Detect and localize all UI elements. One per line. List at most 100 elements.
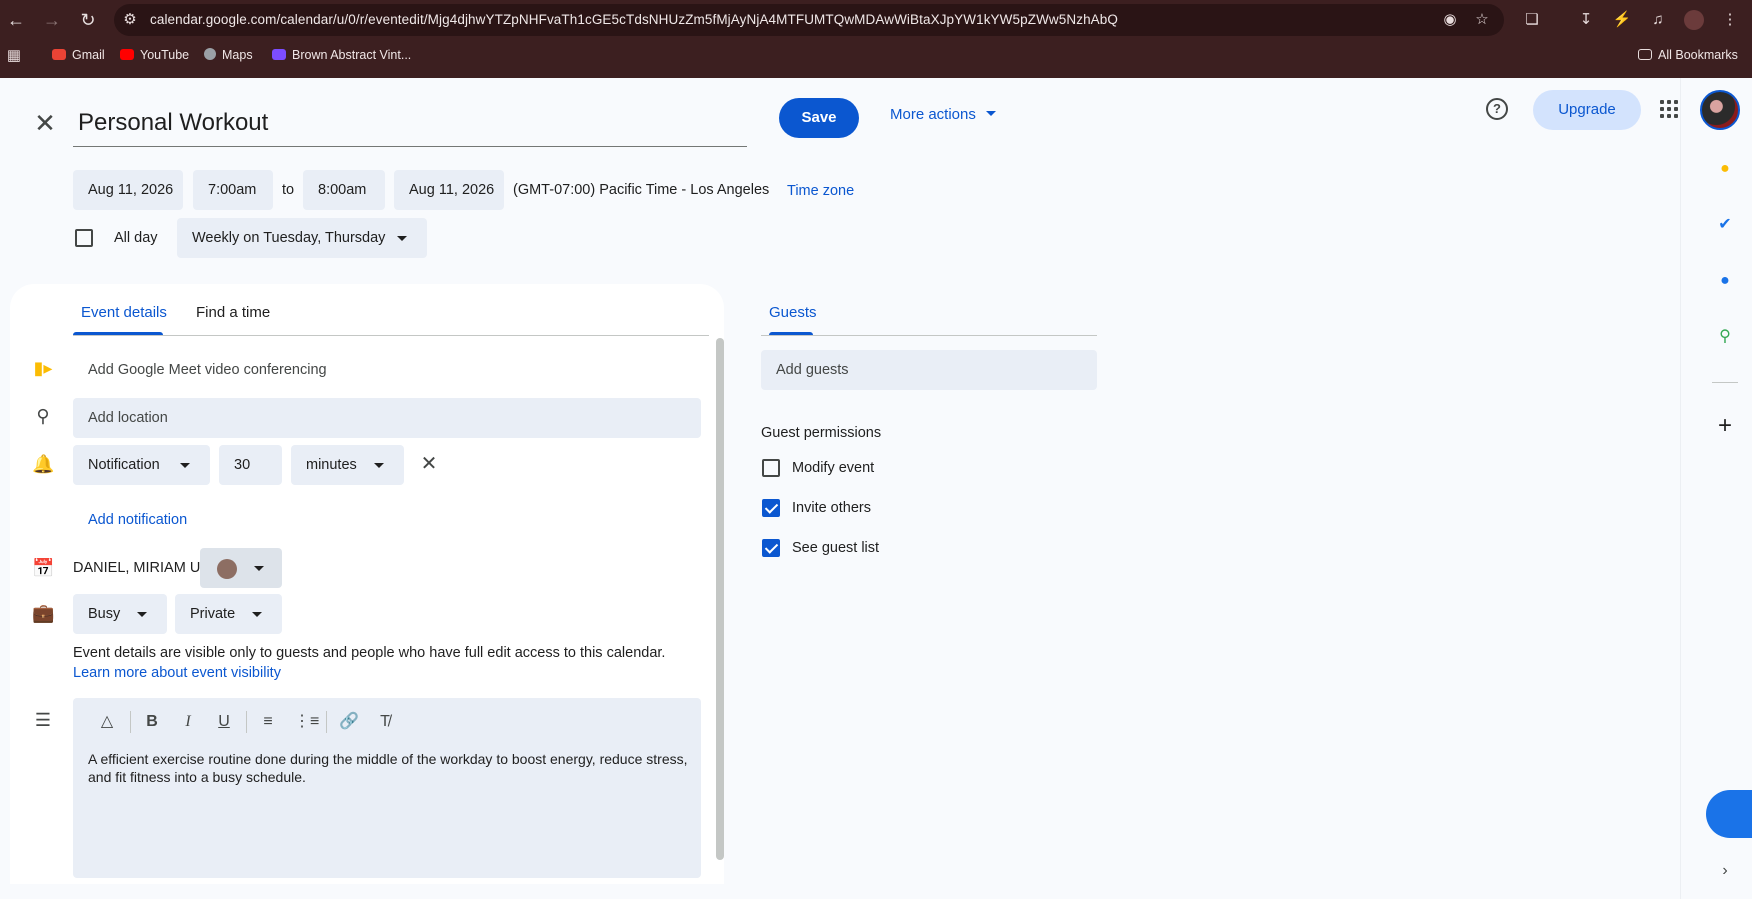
bookmark-brown-abstract[interactable]: Brown Abstract Vint... xyxy=(272,48,411,62)
modify-event-label: Modify event xyxy=(792,460,875,476)
calendar-owner: DANIEL, MIRIAM U. xyxy=(73,560,205,576)
help-icon[interactable]: ? xyxy=(1486,98,1508,120)
guest-permissions-title: Guest permissions xyxy=(761,425,882,441)
contacts-icon[interactable]: ● xyxy=(1714,270,1736,292)
toolbar-divider xyxy=(246,711,247,733)
extensions-icon[interactable]: ❏ xyxy=(1522,10,1542,30)
link-icon[interactable]: 🔗 xyxy=(339,712,359,732)
all-day-checkbox[interactable] xyxy=(75,229,93,247)
to-label: to xyxy=(282,182,295,198)
eye-icon[interactable]: ◉ xyxy=(1440,10,1460,30)
tab-guests[interactable]: Guests xyxy=(769,304,817,321)
description-text[interactable]: A efficient exercise routine done during… xyxy=(88,750,688,786)
timezone-text[interactable]: (GMT-07:00) Pacific Time - Los Angeles xyxy=(513,182,769,198)
location-pin-icon: ⚲ xyxy=(36,406,50,426)
numbered-list-icon[interactable]: ≡ xyxy=(258,712,278,732)
add-addon-icon[interactable]: + xyxy=(1714,414,1736,438)
description-icon: ☰ xyxy=(34,710,52,730)
caret-down-icon xyxy=(374,463,384,468)
avatar[interactable] xyxy=(1700,90,1740,130)
calendar-color-dropdown[interactable] xyxy=(200,548,282,588)
modify-event-checkbox[interactable] xyxy=(762,459,780,477)
caret-down-icon xyxy=(137,612,147,617)
tab-event-details[interactable]: Event details xyxy=(81,304,167,321)
visibility-note: Event details are visible only to guests… xyxy=(73,645,666,661)
clear-format-icon[interactable]: T̸ xyxy=(375,712,395,732)
end-time-field[interactable]: 8:00am xyxy=(303,170,385,210)
download-icon[interactable]: ↧ xyxy=(1576,10,1596,30)
notification-value-input[interactable]: 30 xyxy=(219,445,282,485)
close-icon[interactable]: ✕ xyxy=(30,108,60,138)
toolbar-divider xyxy=(130,711,131,733)
gmail-icon xyxy=(52,49,66,60)
upgrade-button[interactable]: Upgrade xyxy=(1533,90,1641,130)
visibility-learn-more-link[interactable]: Learn more about event visibility xyxy=(73,665,281,681)
underline-icon[interactable]: U xyxy=(214,712,234,732)
canva-icon xyxy=(272,49,286,60)
more-actions-button[interactable]: More actions xyxy=(890,106,996,123)
see-guest-list-checkbox[interactable] xyxy=(762,539,780,557)
profile-icon[interactable] xyxy=(1684,10,1704,30)
invite-others-label: Invite others xyxy=(792,500,871,516)
calendar-icon: 📅 xyxy=(32,558,55,578)
side-panel xyxy=(1680,78,1752,899)
globe-icon xyxy=(204,48,216,60)
color-swatch xyxy=(217,559,237,579)
drive-attach-icon[interactable]: △ xyxy=(97,712,117,732)
bell-icon: 🔔 xyxy=(32,454,55,474)
timezone-link[interactable]: Time zone xyxy=(787,183,854,199)
all-day-label: All day xyxy=(114,230,158,246)
google-apps-icon[interactable] xyxy=(1660,100,1678,118)
menu-icon[interactable]: ⋮ xyxy=(1720,10,1740,30)
bulleted-list-icon[interactable]: ⋮≡ xyxy=(294,712,319,732)
bookmark-star-icon[interactable]: ☆ xyxy=(1472,10,1492,30)
end-date-field[interactable]: Aug 11, 2026 xyxy=(394,170,504,210)
side-divider xyxy=(1712,382,1738,383)
save-button[interactable]: Save xyxy=(779,98,859,138)
start-date-field[interactable]: Aug 11, 2026 xyxy=(73,170,183,210)
folder-icon xyxy=(1638,49,1652,60)
see-guest-list-label: See guest list xyxy=(792,540,880,556)
reload-icon[interactable]: ↻ xyxy=(76,8,100,32)
notification-type-dropdown[interactable]: Notification xyxy=(73,445,210,485)
bookmark-maps[interactable]: Maps xyxy=(204,48,253,62)
italic-icon[interactable]: I xyxy=(178,712,198,732)
site-info-icon[interactable]: ⚙ xyxy=(120,10,140,30)
tab-divider xyxy=(73,335,709,336)
tab-find-a-time[interactable]: Find a time xyxy=(196,304,270,321)
add-guests-input[interactable]: Add guests xyxy=(761,350,1097,390)
recurrence-dropdown[interactable]: Weekly on Tuesday, Thursday xyxy=(177,218,427,258)
media-icon[interactable]: ♫ xyxy=(1648,10,1668,30)
remove-notification-icon[interactable]: ✕ xyxy=(418,453,440,475)
caret-down-icon xyxy=(985,111,996,116)
caret-down-icon xyxy=(397,236,407,241)
forward-icon[interactable]: → xyxy=(40,8,64,32)
visibility-dropdown[interactable]: Private xyxy=(175,594,282,634)
bookmark-youtube[interactable]: YouTube xyxy=(120,48,189,62)
invite-others-checkbox[interactable] xyxy=(762,499,780,517)
notification-unit-dropdown[interactable]: minutes xyxy=(291,445,404,485)
youtube-icon xyxy=(120,49,134,60)
chevron-right-icon[interactable]: › xyxy=(1714,860,1736,882)
chat-support-icon[interactable] xyxy=(1706,790,1752,838)
guests-tab-divider xyxy=(761,335,1097,336)
add-meet-button[interactable]: Add Google Meet video conferencing xyxy=(88,362,327,378)
tasks-icon[interactable]: ✔ xyxy=(1714,214,1736,236)
keep-icon[interactable]: ● xyxy=(1714,158,1736,180)
availability-dropdown[interactable]: Busy xyxy=(73,594,167,634)
back-icon[interactable]: ← xyxy=(4,8,28,32)
caret-down-icon xyxy=(180,463,190,468)
start-time-field[interactable]: 7:00am xyxy=(193,170,273,210)
performance-icon[interactable]: ⚡ xyxy=(1612,10,1632,30)
maps-icon[interactable]: ⚲ xyxy=(1714,326,1736,348)
add-notification-link[interactable]: Add notification xyxy=(88,512,187,528)
briefcase-icon: 💼 xyxy=(32,603,55,623)
bold-icon[interactable]: B xyxy=(142,712,162,732)
apps-grid-icon[interactable]: ▦ xyxy=(4,46,24,66)
event-title-input[interactable] xyxy=(73,100,747,147)
location-input[interactable]: Add location xyxy=(73,398,701,438)
caret-down-icon xyxy=(252,612,262,617)
scrollbar[interactable] xyxy=(716,338,724,860)
all-bookmarks[interactable]: All Bookmarks xyxy=(1638,48,1738,62)
bookmark-gmail[interactable]: Gmail xyxy=(52,48,105,62)
